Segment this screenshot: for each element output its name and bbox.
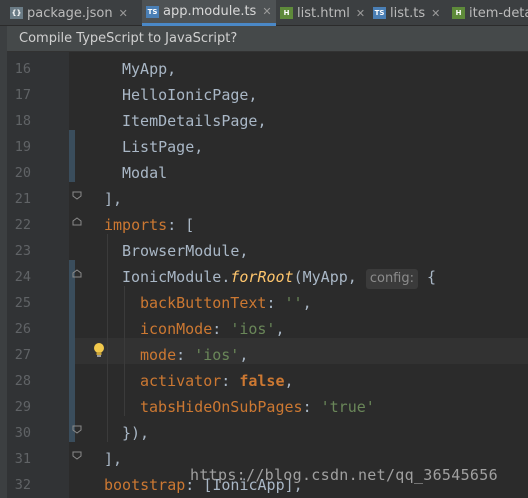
change-marker [69, 130, 75, 182]
change-marker [69, 260, 75, 442]
tab-list-html[interactable]: H list.html ✕ [280, 0, 365, 26]
code-line: mode: 'ios', [140, 346, 249, 364]
fold-end-icon[interactable] [72, 450, 82, 460]
line-number: 23 [14, 243, 31, 259]
line-number: 16 [14, 61, 31, 77]
line-number: 17 [14, 87, 31, 103]
banner-text: Compile TypeScript to JavaScript? [19, 31, 238, 46]
line-number: 24 [14, 269, 31, 285]
line-number: 28 [14, 373, 31, 389]
fold-end-icon[interactable] [72, 424, 82, 434]
line-number: 21 [14, 191, 31, 207]
fold-start-icon[interactable] [72, 269, 82, 279]
tab-label: item-detai [469, 5, 528, 21]
close-icon[interactable]: ✕ [119, 7, 128, 20]
code-line: imports: [ [104, 216, 195, 234]
tab-label: list.html [297, 5, 350, 21]
line-number: 26 [14, 321, 31, 337]
code-line: }), [122, 424, 150, 442]
tab-package-json[interactable]: {} package.json ✕ [10, 0, 128, 26]
line-number: 29 [14, 399, 31, 415]
tab-item-details[interactable]: H item-detai [452, 0, 528, 26]
code-line: ], [104, 190, 123, 208]
code-line: tabsHideOnSubPages: 'true' [140, 398, 375, 416]
code-line: BrowserModule, [122, 242, 249, 260]
code-line: activator: false, [140, 372, 294, 390]
close-icon[interactable]: ✕ [262, 5, 271, 18]
line-number: 19 [14, 139, 31, 155]
html-file-icon: H [280, 7, 293, 19]
tab-app-module-ts[interactable]: TS app.module.ts ✕ [142, 0, 276, 26]
code-line: Modal [122, 164, 168, 182]
code-line: ], [104, 450, 123, 468]
tab-label: app.module.ts [163, 4, 257, 19]
close-icon[interactable]: ✕ [356, 7, 365, 20]
current-line-highlight [69, 338, 528, 364]
json-file-icon: {} [10, 7, 23, 19]
ts-file-icon: TS [373, 7, 386, 19]
line-number: 27 [14, 347, 31, 363]
indent-guide [107, 234, 108, 442]
fold-start-icon[interactable] [72, 217, 82, 227]
code-line: ListPage, [122, 138, 204, 156]
line-number: 31 [14, 451, 31, 467]
tab-label: list.ts [390, 5, 426, 21]
fold-end-icon[interactable] [72, 190, 82, 200]
line-number: 30 [14, 425, 31, 441]
code-line: MyApp, [122, 60, 177, 78]
code-line: HelloIonicPage, [122, 86, 258, 104]
line-number: 18 [14, 113, 31, 129]
code-line: IonicModule.forRoot(MyApp, config: { [122, 264, 436, 290]
code-line: backButtonText: '', [140, 294, 312, 312]
ts-file-icon: H [452, 7, 465, 19]
code-line: ItemDetailsPage, [122, 112, 267, 130]
line-number: 20 [14, 165, 31, 181]
compile-typescript-banner[interactable]: Compile TypeScript to JavaScript? [7, 26, 528, 52]
line-number: 32 [14, 477, 31, 493]
parameter-hint: config: [365, 269, 419, 289]
code-line: iconMode: 'ios', [140, 320, 285, 338]
tab-label: package.json [27, 5, 113, 21]
ts-file-icon: TS [146, 5, 159, 18]
close-icon[interactable]: ✕ [431, 7, 440, 20]
tab-list-ts[interactable]: TS list.ts ✕ [373, 0, 440, 26]
lightbulb-icon[interactable] [93, 342, 105, 362]
indent-guide [124, 286, 125, 416]
editor-tab-bar: {} package.json ✕ TS app.module.ts ✕ H l… [0, 0, 528, 26]
line-number: 22 [14, 217, 31, 233]
watermark: https://blog.csdn.net/qq_36545656 [190, 466, 498, 484]
line-number: 25 [14, 295, 31, 311]
tool-window-strip [0, 26, 7, 498]
